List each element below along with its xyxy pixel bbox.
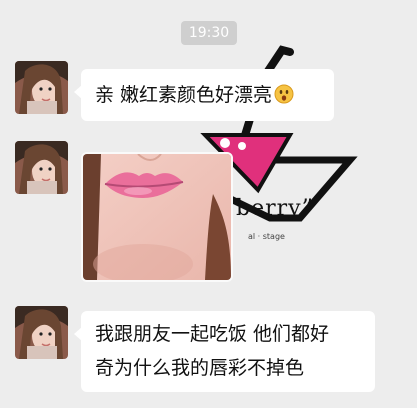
message-bubble-1[interactable]: 亲 嫩红素颜色好漂亮 — [74, 69, 334, 121]
surprised-face-icon — [274, 80, 294, 104]
message-image-bubble[interactable] — [81, 152, 233, 282]
contact-avatar[interactable] — [15, 306, 68, 359]
avatar-photo — [15, 61, 68, 114]
avatar-photo — [15, 306, 68, 359]
timestamp-badge: 19:30 — [181, 21, 237, 45]
message-text-line-1: 我跟朋友一起吃饭 他们都好 — [95, 323, 330, 345]
watermark-brand-text: berry” — [236, 196, 314, 221]
contact-avatar[interactable] — [15, 61, 68, 114]
watermark-sub-text: al · stage — [248, 232, 285, 241]
contact-avatar[interactable] — [15, 141, 68, 194]
message-text-line-2: 奇为什么我的唇彩不掉色 — [95, 357, 305, 379]
lips-photo — [83, 154, 231, 280]
chat-screen: berry” al · stage 19:30 亲 嫩红素颜色好漂亮 我跟朋友一… — [0, 0, 417, 408]
message-bubble-3[interactable]: 我跟朋友一起吃饭 他们都好 奇为什么我的唇彩不掉色 — [74, 311, 375, 392]
message-text: 亲 嫩红素颜色好漂亮 — [95, 84, 273, 106]
avatar-photo — [15, 141, 68, 194]
